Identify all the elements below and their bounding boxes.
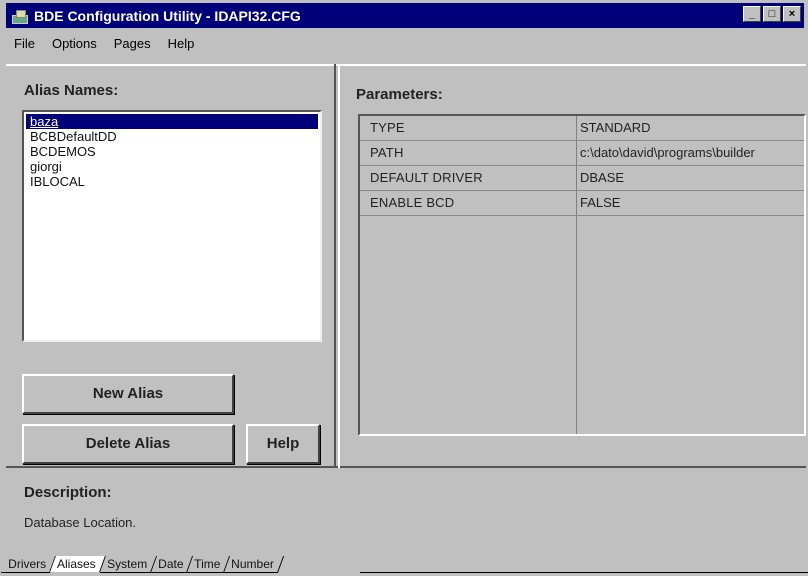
tab-number[interactable]: Number xyxy=(224,556,285,573)
alias-item-giorgi[interactable]: giorgi xyxy=(24,159,320,174)
alias-item-bcbdefaultdd[interactable]: BCBDefaultDD xyxy=(24,129,320,144)
delete-alias-button[interactable]: Delete Alias xyxy=(22,424,234,464)
window-controls: _ □ × xyxy=(743,6,801,22)
alias-list[interactable]: baza BCBDefaultDD BCDEMOS giorgi IBLOCAL xyxy=(22,110,322,342)
param-name: PATH xyxy=(370,145,404,160)
menu-bar: File Options Pages Help xyxy=(6,36,203,56)
param-row-default-driver[interactable]: DEFAULT DRIVER DBASE xyxy=(360,166,804,191)
alias-names-label: Alias Names: xyxy=(24,82,119,99)
menu-options[interactable]: Options xyxy=(44,36,106,56)
alias-item-iblocal[interactable]: IBLOCAL xyxy=(24,174,320,189)
tab-drivers[interactable]: Drivers xyxy=(0,556,57,573)
tab-label: Date xyxy=(157,557,184,571)
param-row-enable-bcd[interactable]: ENABLE BCD FALSE xyxy=(360,191,804,216)
window-title: BDE Configuration Utility - IDAPI32.CFG xyxy=(34,7,301,24)
tab-label: System xyxy=(106,557,147,571)
minimize-button[interactable]: _ xyxy=(743,6,761,22)
param-value[interactable]: c:\dato\david\programs\builder xyxy=(580,145,755,160)
param-name: TYPE xyxy=(370,120,405,135)
param-value[interactable]: STANDARD xyxy=(580,120,651,135)
tabs-baseline xyxy=(360,572,808,573)
menu-pages[interactable]: Pages xyxy=(106,36,160,56)
close-button[interactable]: × xyxy=(783,6,801,22)
param-row-type[interactable]: TYPE STANDARD xyxy=(360,116,804,141)
bde-app-icon[interactable] xyxy=(12,9,30,24)
help-button[interactable]: Help xyxy=(246,424,320,464)
tab-aliases[interactable]: Aliases xyxy=(50,556,106,572)
parameters-label: Parameters: xyxy=(356,86,443,103)
new-alias-button[interactable]: New Alias xyxy=(22,374,234,414)
param-row-path[interactable]: PATH c:\dato\david\programs\builder xyxy=(360,141,804,166)
tab-label: Number xyxy=(231,557,275,571)
tab-label: Aliases xyxy=(57,557,96,571)
title-bar[interactable]: BDE Configuration Utility - IDAPI32.CFG … xyxy=(6,3,804,28)
parameters-grid[interactable]: TYPE STANDARD PATH c:\dato\david\program… xyxy=(358,114,806,436)
menu-help[interactable]: Help xyxy=(160,36,204,56)
param-value[interactable]: FALSE xyxy=(580,195,620,210)
param-name: ENABLE BCD xyxy=(370,195,455,210)
param-name: DEFAULT DRIVER xyxy=(370,170,483,185)
page-tabs: Drivers Aliases System Date Time Number xyxy=(0,556,285,576)
menu-file[interactable]: File xyxy=(6,36,44,56)
tab-system[interactable]: System xyxy=(99,556,157,573)
alias-item-bcdemos[interactable]: BCDEMOS xyxy=(24,144,320,159)
description-label: Description: xyxy=(24,484,112,501)
panel-divider[interactable] xyxy=(334,64,340,468)
tab-label: Drivers xyxy=(8,557,47,571)
param-value[interactable]: DBASE xyxy=(580,170,624,185)
tab-label: Time xyxy=(194,557,221,571)
alias-item-baza[interactable]: baza xyxy=(26,114,318,129)
maximize-button[interactable]: □ xyxy=(763,6,781,22)
description-text: Database Location. xyxy=(24,515,137,530)
